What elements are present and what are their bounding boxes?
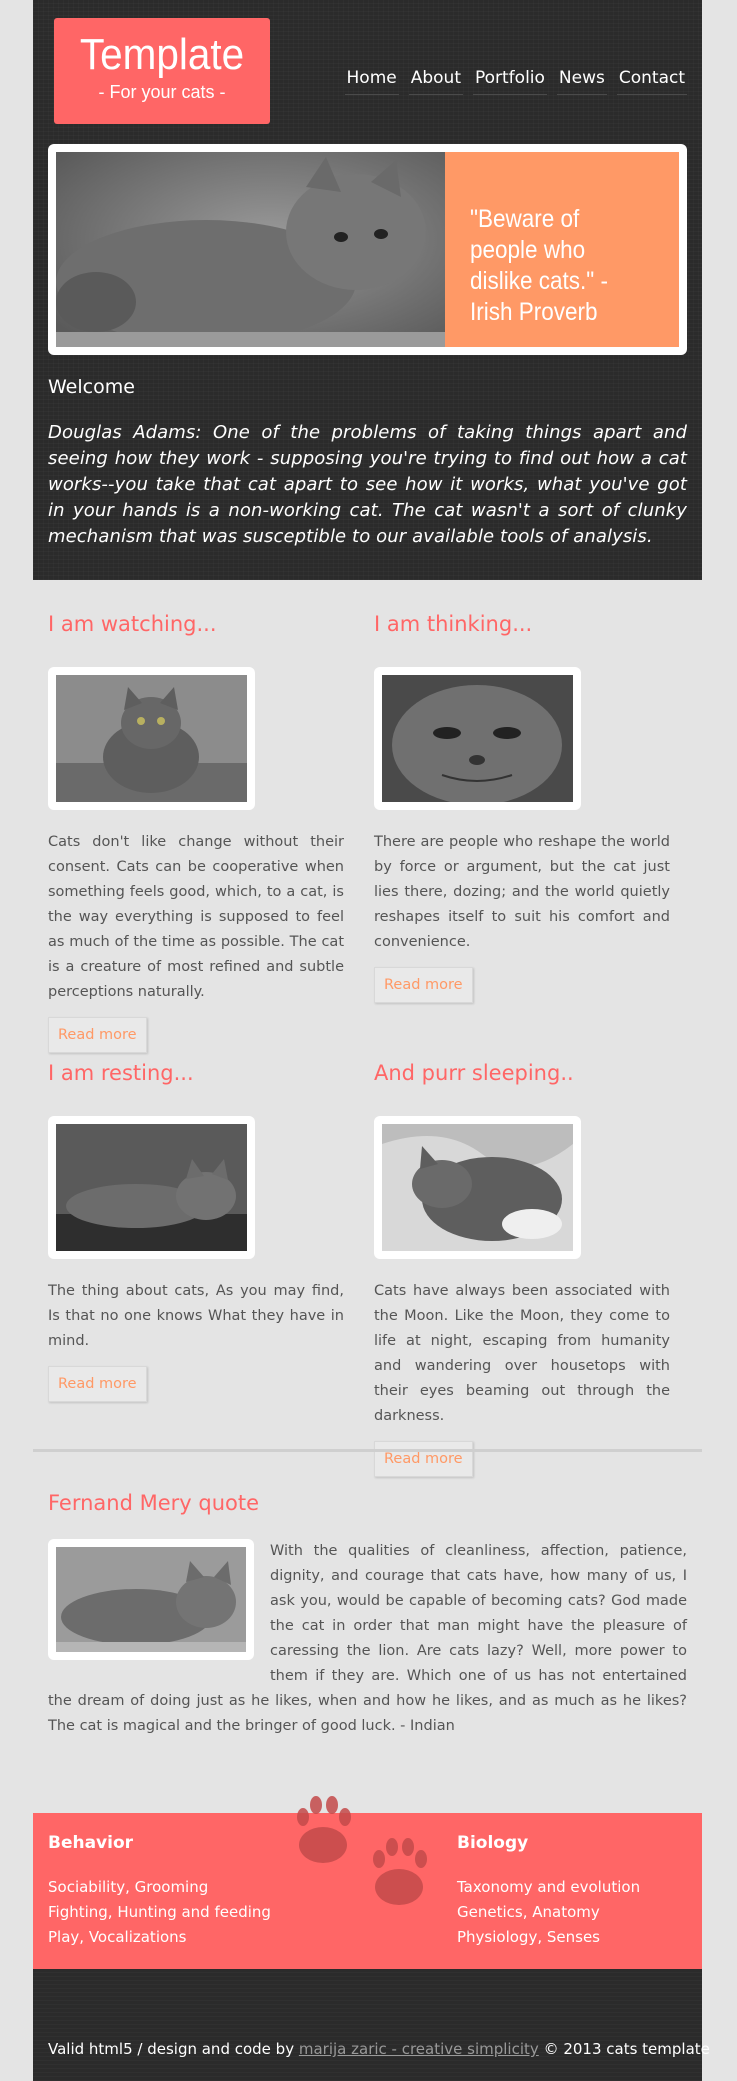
- quote-section: Fernand Mery quote With the qualities of…: [48, 1491, 687, 1739]
- footer-link[interactable]: Fighting, Hunting and feeding: [48, 1900, 271, 1925]
- credits-line: Valid html5 / design and code by marija …: [48, 2040, 710, 2058]
- read-more-button[interactable]: Read more: [374, 1441, 473, 1477]
- header: Template - For your cats - Home About Po…: [33, 0, 702, 580]
- credits-link[interactable]: marija zaric - creative simplicity: [299, 2040, 539, 2058]
- article-resting: I am resting... The thing about cats, As…: [48, 1061, 344, 1402]
- logo-subtitle: - For your cats -: [98, 82, 226, 102]
- article-text: There are people who reshape the world b…: [374, 834, 670, 950]
- logo[interactable]: Template - For your cats -: [54, 18, 270, 124]
- article-title: I am thinking...: [374, 612, 533, 636]
- article-title: I am watching...: [48, 612, 217, 636]
- footer-links: Behavior Sociability, Grooming Fighting,…: [33, 1796, 702, 1969]
- article-thumbnail: [48, 1116, 255, 1259]
- footer-link[interactable]: Sociability, Grooming: [48, 1875, 271, 1900]
- banner-quote-panel: "Beware of people who dislike cats." - I…: [445, 152, 679, 347]
- logo-title: Template: [79, 30, 245, 79]
- article-thumbnail: [374, 1116, 581, 1259]
- nav-portfolio[interactable]: Portfolio: [472, 66, 547, 95]
- read-more-button[interactable]: Read more: [374, 967, 473, 1003]
- nav-news[interactable]: News: [556, 66, 607, 95]
- nav-contact[interactable]: Contact: [616, 66, 687, 95]
- article-text: The thing about cats, As you may find, I…: [48, 1283, 344, 1349]
- article-watching: I am watching... Cats don't like change …: [48, 612, 344, 1053]
- footer-biology-title: Biology: [457, 1833, 529, 1853]
- footer-biology: Biology Taxonomy and evolution Genetics,…: [457, 1833, 640, 1950]
- article-thinking: I am thinking... There are people who re…: [374, 612, 670, 1003]
- article-text: Cats have always been associated with th…: [374, 1283, 670, 1424]
- quote-title: Fernand Mery quote: [48, 1491, 260, 1515]
- footer-link[interactable]: Taxonomy and evolution: [457, 1875, 640, 1900]
- cat-photo: [382, 675, 573, 802]
- article-thumbnail: [48, 667, 255, 810]
- banner: "Beware of people who dislike cats." - I…: [48, 144, 687, 355]
- section-divider: [33, 1449, 702, 1452]
- nav-about[interactable]: About: [408, 66, 463, 95]
- banner-cat-image: [56, 152, 445, 347]
- footer-link[interactable]: Play, Vocalizations: [48, 1925, 271, 1950]
- article-title: And purr sleeping..: [374, 1061, 574, 1085]
- page-wrapper: Template - For your cats - Home About Po…: [33, 0, 710, 2081]
- cat-photo: [382, 1124, 573, 1251]
- footer-link[interactable]: Genetics, Anatomy: [457, 1900, 640, 1925]
- banner-quote: "Beware of people who dislike cats." - I…: [470, 205, 609, 326]
- read-more-button[interactable]: Read more: [48, 1366, 147, 1402]
- paw-print-icon: [291, 1793, 441, 1927]
- footer-link[interactable]: Physiology, Senses: [457, 1925, 640, 1950]
- quote-body: With the qualities of cleanliness, affec…: [48, 1539, 687, 1739]
- footer-behavior-title: Behavior: [48, 1833, 134, 1853]
- credits-prefix: Valid html5 / design and code by: [48, 2040, 295, 2058]
- footer-behavior: Behavior Sociability, Grooming Fighting,…: [48, 1833, 271, 1950]
- credits-suffix: © 2013 cats template: [543, 2040, 710, 2058]
- footer-credits: Valid html5 / design and code by marija …: [33, 1969, 710, 2081]
- cat-photo: [56, 1124, 247, 1251]
- article-thumbnail: [374, 667, 581, 810]
- cat-photo: [56, 1547, 246, 1656]
- main-nav: Home About Portfolio News Contact: [344, 66, 687, 95]
- read-more-button[interactable]: Read more: [48, 1017, 147, 1053]
- welcome-text: Douglas Adams: One of the problems of ta…: [48, 422, 687, 547]
- cat-photo: [56, 675, 247, 802]
- article-title: I am resting...: [48, 1061, 194, 1085]
- nav-home[interactable]: Home: [344, 66, 399, 95]
- article-sleeping: And purr sleeping.. Cats have always bee…: [374, 1061, 670, 1477]
- article-text: Cats don't like change without their con…: [48, 834, 344, 1000]
- welcome-heading: Welcome: [48, 376, 135, 398]
- quote-thumbnail: [48, 1539, 254, 1660]
